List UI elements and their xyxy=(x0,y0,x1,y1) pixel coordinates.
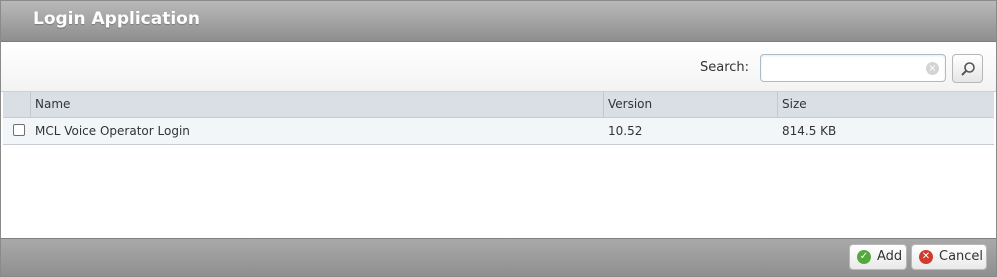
search-field[interactable]: × xyxy=(760,54,946,82)
cell-size: 814.5 KB xyxy=(782,124,837,138)
search-input[interactable] xyxy=(767,59,921,79)
column-divider xyxy=(30,92,31,117)
cancel-button-label: Cancel xyxy=(939,249,984,264)
add-button-label: Add xyxy=(877,249,903,264)
column-header-version[interactable]: Version xyxy=(608,92,652,117)
column-divider[interactable] xyxy=(603,92,604,117)
cell-name: MCL Voice Operator Login xyxy=(35,124,190,138)
search-toolbar: Search: × xyxy=(1,42,996,92)
table-header: Name Version Size xyxy=(3,92,994,118)
column-header-size[interactable]: Size xyxy=(782,92,807,117)
dialog-titlebar[interactable]: Login Application xyxy=(1,1,996,42)
table-row[interactable]: MCL Voice Operator Login 10.52 814.5 KB xyxy=(3,118,994,145)
column-header-name[interactable]: Name xyxy=(35,92,70,117)
search-label: Search: xyxy=(700,60,750,75)
check-circle-icon: ✓ xyxy=(857,250,871,264)
x-circle-icon: ✕ xyxy=(919,250,933,264)
column-divider[interactable] xyxy=(777,92,778,117)
search-icon xyxy=(961,62,975,76)
cell-version: 10.52 xyxy=(608,124,643,138)
applications-table: Name Version Size MCL Voice Operator Log… xyxy=(3,92,994,145)
dialog-footer: ✓ Add ✕ Cancel xyxy=(1,238,996,276)
login-application-dialog: Login Application Search: × Name Version… xyxy=(0,0,997,277)
dialog-title: Login Application xyxy=(33,9,200,29)
cancel-button[interactable]: ✕ Cancel xyxy=(911,244,987,270)
row-checkbox[interactable] xyxy=(13,124,25,136)
clear-icon[interactable]: × xyxy=(926,62,939,75)
add-button[interactable]: ✓ Add xyxy=(849,244,907,270)
search-button[interactable] xyxy=(952,54,983,83)
